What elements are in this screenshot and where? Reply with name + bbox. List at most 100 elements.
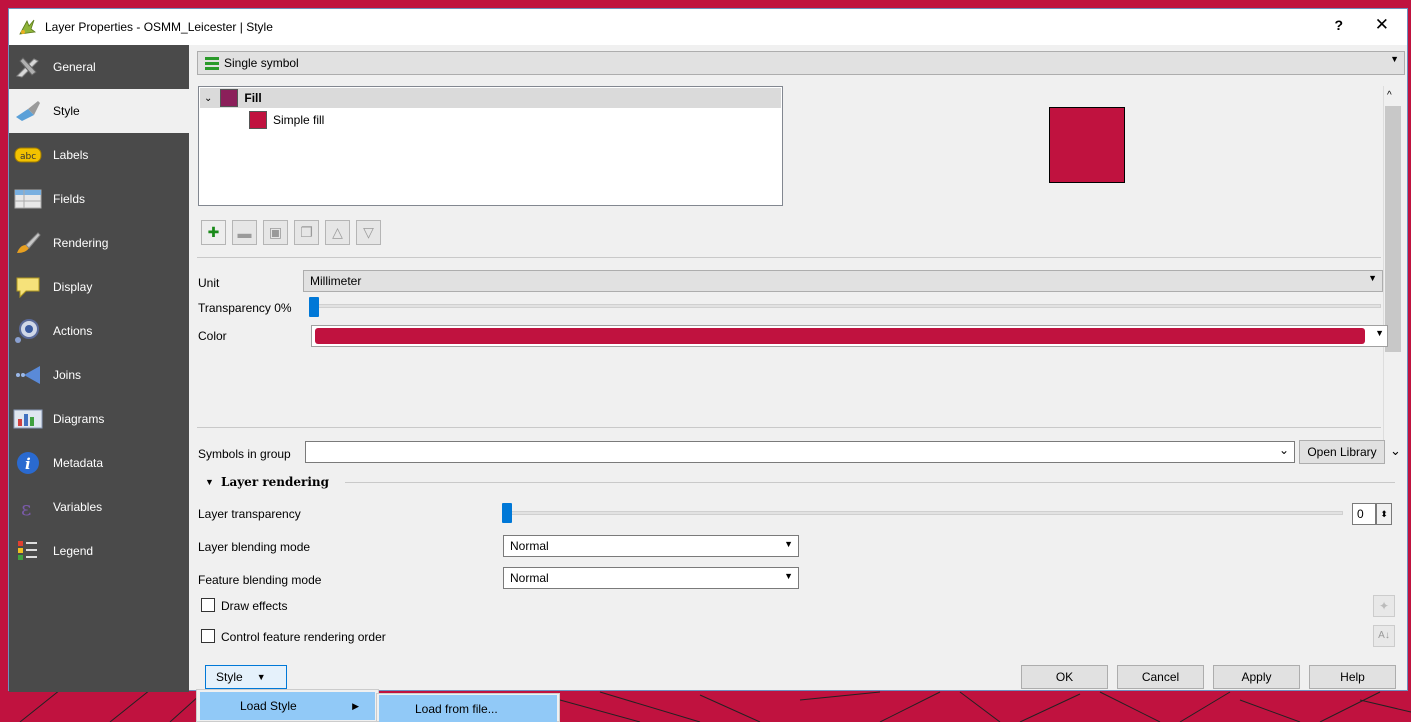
layer-blending-select[interactable]: Normal ▼ (503, 535, 799, 557)
divider (197, 427, 1381, 428)
actions-icon (13, 318, 43, 344)
effects-star-icon[interactable]: ✦ (1373, 595, 1395, 617)
duplicate-layer-button[interactable]: ❐ (294, 220, 319, 245)
chevron-down-icon: ⌄ (1278, 443, 1289, 457)
symbol-layer-tree: ⌄ Fill Simple fill (198, 86, 783, 206)
move-down-button[interactable]: ▽ (356, 220, 381, 245)
control-order-checkbox[interactable] (201, 629, 215, 643)
section-divider (345, 482, 1395, 483)
sidebar-item-label: Fields (53, 192, 86, 206)
menu-item-load-style[interactable]: Load Style ▶ (200, 692, 375, 720)
close-button[interactable]: ✕ (1375, 15, 1389, 35)
style-menu-label: Style (216, 670, 243, 684)
arrow-up-icon: △ (332, 224, 343, 240)
layer-blending-value: Normal (510, 539, 549, 553)
layer-transparency-spinbox[interactable]: 0 (1352, 503, 1376, 525)
sidebar-item-style[interactable]: Style (9, 89, 189, 133)
transparency-slider-handle[interactable] (309, 297, 319, 317)
help-title-button[interactable]: ? (1334, 17, 1343, 33)
sidebar-item-metadata[interactable]: i Metadata (9, 441, 189, 485)
symbols-in-group-select[interactable]: ⌄ (305, 441, 1295, 463)
style-dropdown-menu: Load Style ▶ (196, 689, 379, 722)
submenu-arrow-icon: ▶ (352, 700, 359, 711)
feature-blending-select[interactable]: Normal ▼ (503, 567, 799, 589)
svg-text:i: i (25, 455, 31, 473)
remove-layer-button[interactable]: ▬ (232, 220, 257, 245)
chevron-down-icon: ▼ (1390, 54, 1399, 64)
sidebar-item-label: Diagrams (53, 412, 105, 426)
lock-layer-button[interactable]: ▣ (263, 220, 288, 245)
cancel-button[interactable]: Cancel (1117, 665, 1204, 689)
labels-icon: abc (13, 142, 43, 168)
svg-text:ε: ε (21, 496, 31, 520)
sidebar-item-diagrams[interactable]: Diagrams (9, 397, 189, 441)
apply-button[interactable]: Apply (1213, 665, 1300, 689)
sidebar-item-variables[interactable]: ε Variables (9, 485, 189, 529)
help-button[interactable]: Help (1309, 665, 1396, 689)
metadata-icon: i (13, 450, 43, 476)
sidebar-item-label: Variables (53, 500, 103, 514)
chevron-down-icon: ▼ (784, 571, 793, 581)
sidebar-item-joins[interactable]: Joins (9, 353, 189, 397)
duplicate-icon: ❐ (300, 224, 313, 240)
expand-chevron-icon[interactable]: ⌄ (204, 93, 212, 104)
sidebar-item-legend[interactable]: Legend (9, 529, 189, 573)
style-menu-button[interactable]: Style ▼ (205, 665, 287, 689)
renderer-select[interactable]: Single symbol ▼ (197, 51, 1405, 75)
draw-effects-label: Draw effects (221, 599, 288, 613)
layer-rendering-title[interactable]: Layer rendering (221, 475, 329, 489)
sidebar-item-label: Metadata (53, 456, 104, 470)
properties-scrollbar[interactable]: ^ (1383, 86, 1401, 458)
ok-button[interactable]: OK (1021, 665, 1108, 689)
add-layer-button[interactable]: ✚ (201, 220, 226, 245)
draw-effects-checkbox[interactable] (201, 598, 215, 612)
display-icon (13, 274, 43, 300)
color-label: Color (198, 329, 227, 343)
fields-icon (13, 186, 43, 212)
menu-item-load-from-file[interactable]: Load from file... (379, 695, 557, 722)
general-icon (13, 54, 43, 80)
sidebar-item-general[interactable]: General (9, 45, 189, 89)
style-icon (13, 98, 43, 124)
qgis-app-icon (19, 19, 37, 35)
spin-arrows-icon[interactable]: ⬍ (1376, 503, 1392, 525)
sidebar-item-label: Labels (53, 148, 89, 162)
renderer-select-value: Single symbol (224, 56, 299, 70)
divider (197, 257, 1381, 258)
sidebar-item-fields[interactable]: Fields (9, 177, 189, 221)
tree-item-label: Fill (244, 91, 262, 105)
open-library-button[interactable]: Open Library (1299, 440, 1385, 464)
layer-transparency-slider-track[interactable] (503, 511, 1343, 515)
more-chevron-icon[interactable]: ⌄ (1390, 443, 1401, 459)
sidebar-item-label: General (53, 60, 96, 74)
minus-icon: ▬ (237, 224, 252, 241)
sort-order-icon[interactable]: A↓ (1373, 625, 1395, 647)
diagrams-icon (13, 406, 43, 432)
layer-transparency-label: Layer transparency (198, 507, 301, 521)
svg-text:abc: abc (20, 152, 36, 162)
sidebar-item-actions[interactable]: Actions (9, 309, 189, 353)
feature-blending-value: Normal (510, 571, 549, 585)
transparency-slider-track[interactable] (311, 304, 1381, 308)
simple-fill-swatch (249, 111, 267, 129)
layer-properties-dialog: Layer Properties - OSMM_Leicester | Styl… (8, 8, 1408, 692)
unit-select[interactable]: Millimeter ▼ (303, 270, 1383, 292)
title-bar: Layer Properties - OSMM_Leicester | Styl… (9, 9, 1407, 45)
color-swatch (315, 328, 1365, 344)
add-icon: ✚ (207, 224, 220, 240)
variables-icon: ε (13, 494, 43, 520)
scrollbar-thumb[interactable] (1385, 106, 1401, 352)
rendering-icon (13, 230, 43, 256)
layer-transparency-slider-handle[interactable] (502, 503, 512, 523)
move-up-button[interactable]: △ (325, 220, 350, 245)
tree-item-fill[interactable]: ⌄ Fill (200, 88, 781, 108)
scroll-up-icon[interactable]: ^ (1387, 90, 1392, 101)
tree-item-simple-fill[interactable]: Simple fill (249, 111, 324, 129)
control-order-label: Control feature rendering order (221, 630, 386, 644)
collapse-triangle-icon[interactable]: ▼ (205, 477, 214, 487)
sidebar-item-display[interactable]: Display (9, 265, 189, 309)
color-button[interactable]: ▼ (311, 325, 1388, 347)
legend-icon (13, 538, 43, 564)
sidebar-item-rendering[interactable]: Rendering (9, 221, 189, 265)
sidebar-item-labels[interactable]: abc Labels (9, 133, 189, 177)
